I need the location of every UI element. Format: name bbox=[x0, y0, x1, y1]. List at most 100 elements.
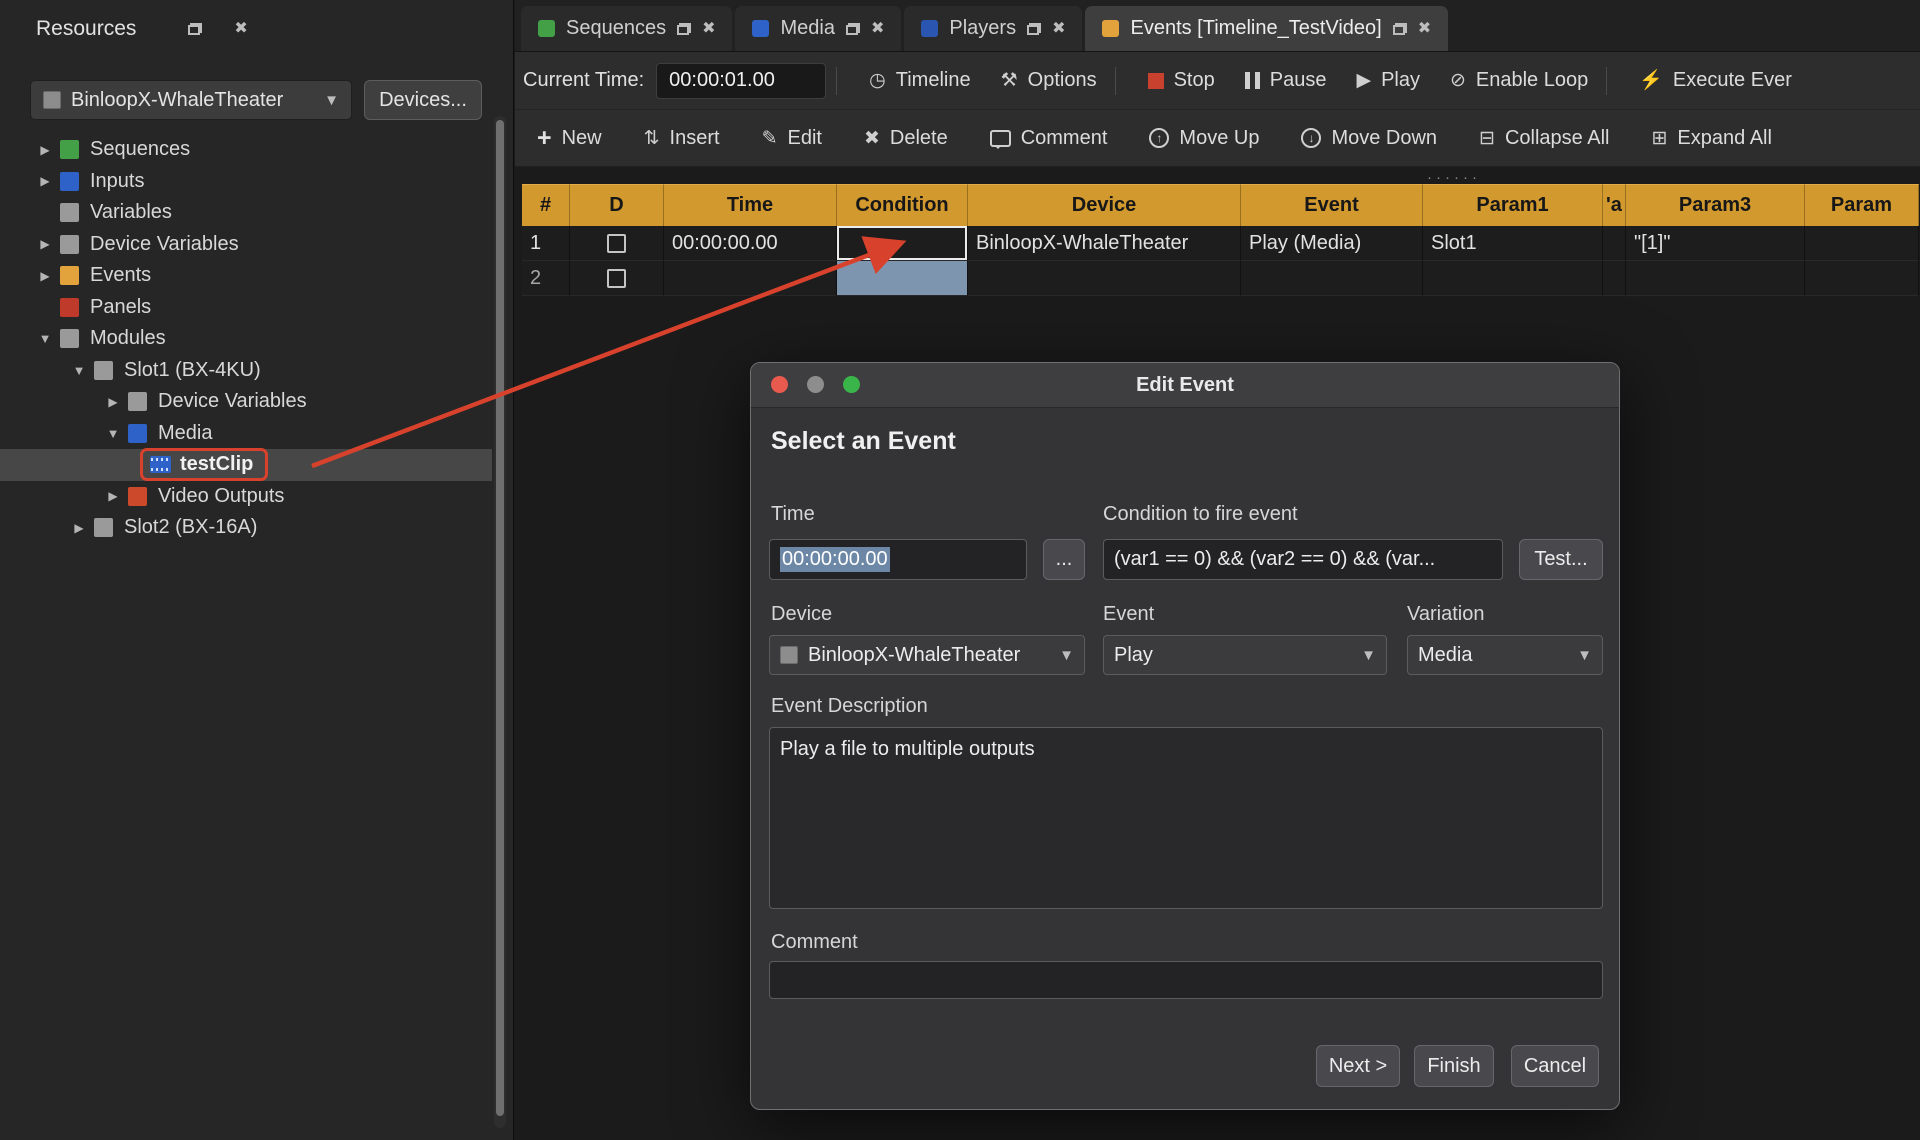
play-button[interactable]: ▶ Play bbox=[1348, 63, 1428, 98]
tree-item-panels[interactable]: Panels bbox=[0, 292, 492, 324]
test-condition-button[interactable]: Test... bbox=[1519, 539, 1603, 580]
comment-button[interactable]: Comment bbox=[982, 121, 1116, 156]
delete-button[interactable]: ✖ Delete bbox=[856, 121, 956, 156]
comment-input[interactable] bbox=[769, 961, 1603, 999]
annotation-red-box: testClip bbox=[140, 448, 268, 481]
close-tab-icon[interactable]: ✖ bbox=[702, 21, 715, 37]
tree-scrollbar-thumb[interactable] bbox=[496, 120, 504, 1116]
close-tab-icon[interactable]: ✖ bbox=[871, 21, 884, 37]
move-up-button[interactable]: ↑ Move Up bbox=[1141, 121, 1267, 156]
devices-button[interactable]: Devices... bbox=[364, 80, 482, 120]
event-description-label: Event Description bbox=[771, 695, 928, 718]
float-tab-icon[interactable] bbox=[1027, 23, 1041, 35]
float-panel-icon[interactable] bbox=[188, 23, 202, 35]
variation-label: Variation bbox=[1407, 603, 1484, 626]
table-row[interactable]: 2 bbox=[522, 261, 1919, 296]
tree-item-label: Sequences bbox=[90, 138, 190, 161]
tree-item-video-outputs[interactable]: ▶ Video Outputs bbox=[0, 481, 492, 513]
expand-arrow-icon[interactable]: ▶ bbox=[98, 489, 128, 503]
expand-arrow-icon[interactable]: ▶ bbox=[64, 521, 94, 535]
stop-button[interactable]: Stop bbox=[1140, 63, 1223, 98]
expand-arrow-icon[interactable]: ▶ bbox=[30, 269, 60, 283]
float-tab-icon[interactable] bbox=[1393, 23, 1407, 35]
tab-events-timeline[interactable]: Events [Timeline_TestVideo] ✖ bbox=[1085, 6, 1448, 51]
close-tab-icon[interactable]: ✖ bbox=[1418, 21, 1431, 37]
cell-condition-selected[interactable] bbox=[837, 226, 968, 261]
finish-button[interactable]: Finish bbox=[1414, 1045, 1494, 1087]
float-tab-icon[interactable] bbox=[677, 23, 691, 35]
tree-item-media[interactable]: ▼ Media bbox=[0, 418, 492, 450]
collapse-arrow-icon[interactable]: ▼ bbox=[30, 331, 60, 346]
condition-input[interactable]: (var1 == 0) && (var2 == 0) && (var... bbox=[1103, 539, 1503, 580]
collapse-all-button[interactable]: ⊟ Collapse All bbox=[1471, 121, 1617, 156]
column-header-param1[interactable]: Param1 bbox=[1423, 184, 1603, 226]
pause-button[interactable]: Pause bbox=[1237, 63, 1335, 98]
tree-item-slot1[interactable]: ▼ Slot1 (BX-4KU) bbox=[0, 355, 492, 387]
checkbox[interactable] bbox=[607, 269, 626, 288]
toolbar-separator bbox=[1606, 67, 1607, 95]
tree-item-events[interactable]: ▶ Events bbox=[0, 260, 492, 292]
variation-dropdown[interactable]: Media ▼ bbox=[1407, 635, 1603, 675]
tree-item-modules[interactable]: ▼ Modules bbox=[0, 323, 492, 355]
column-header-event[interactable]: Event bbox=[1241, 184, 1423, 226]
tree-item-device-variables[interactable]: ▶ Device Variables bbox=[0, 229, 492, 261]
column-header-param3[interactable]: Param3 bbox=[1626, 184, 1805, 226]
event-dropdown[interactable]: Play ▼ bbox=[1103, 635, 1387, 675]
current-time-field[interactable]: 00:00:01.00 bbox=[656, 63, 826, 99]
collapse-arrow-icon[interactable]: ▼ bbox=[98, 426, 128, 441]
window-zoom-traffic-icon[interactable] bbox=[843, 376, 860, 393]
column-header-d[interactable]: D bbox=[570, 184, 664, 226]
cell-param1 bbox=[1423, 261, 1603, 296]
column-header-device[interactable]: Device bbox=[968, 184, 1241, 226]
column-header-num[interactable]: # bbox=[522, 184, 570, 226]
float-tab-icon[interactable] bbox=[846, 23, 860, 35]
tree-scrollbar[interactable] bbox=[494, 116, 506, 1128]
cancel-button[interactable]: Cancel bbox=[1511, 1045, 1599, 1087]
device-variables-folder-icon bbox=[128, 392, 147, 411]
column-header-condition[interactable]: Condition bbox=[837, 184, 968, 226]
tab-sequences[interactable]: Sequences ✖ bbox=[521, 6, 732, 51]
edit-button[interactable]: ✎ Edit bbox=[754, 121, 830, 156]
close-panel-icon[interactable]: ✖ bbox=[234, 21, 247, 37]
expand-arrow-icon[interactable]: ▶ bbox=[30, 174, 60, 188]
window-minimize-traffic-icon[interactable] bbox=[807, 376, 824, 393]
time-input[interactable]: 00:00:00.00 bbox=[769, 539, 1027, 580]
expand-arrow-icon[interactable]: ▶ bbox=[30, 143, 60, 157]
expand-all-button[interactable]: ⊞ Expand All bbox=[1643, 121, 1779, 156]
tree-item-sequences[interactable]: ▶ Sequences bbox=[0, 134, 492, 166]
comment-label: Comment bbox=[771, 931, 858, 954]
tree-item-slot2[interactable]: ▶ Slot2 (BX-16A) bbox=[0, 512, 492, 544]
collapse-arrow-icon[interactable]: ▼ bbox=[64, 363, 94, 378]
next-button[interactable]: Next > bbox=[1316, 1045, 1400, 1087]
column-header-param2[interactable]: 'a bbox=[1603, 184, 1626, 226]
device-selector-dropdown[interactable]: BinloopX-WhaleTheater ▼ bbox=[30, 80, 352, 120]
tab-media[interactable]: Media ✖ bbox=[735, 6, 901, 51]
device-dropdown[interactable]: BinloopX-WhaleTheater ▼ bbox=[769, 635, 1085, 675]
tree-item-testclip[interactable]: testClip bbox=[0, 449, 492, 481]
execute-every-button[interactable]: ⚡ Execute Ever bbox=[1631, 63, 1800, 98]
tree-item-inputs[interactable]: ▶ Inputs bbox=[0, 166, 492, 198]
new-button[interactable]: + New bbox=[529, 120, 610, 157]
move-down-button[interactable]: ↓ Move Down bbox=[1293, 121, 1445, 156]
table-row[interactable]: 1 00:00:00.00 BinloopX-WhaleTheater Play… bbox=[522, 226, 1919, 261]
expand-arrow-icon[interactable]: ▶ bbox=[98, 395, 128, 409]
timeline-button[interactable]: ◷ Timeline bbox=[861, 63, 978, 98]
tree-item-slot1-device-variables[interactable]: ▶ Device Variables bbox=[0, 386, 492, 418]
enable-loop-button[interactable]: ⊘ Enable Loop bbox=[1442, 63, 1596, 98]
close-tab-icon[interactable]: ✖ bbox=[1052, 21, 1065, 37]
column-header-time[interactable]: Time bbox=[664, 184, 837, 226]
tree-item-variables[interactable]: Variables bbox=[0, 197, 492, 229]
checkbox[interactable] bbox=[607, 234, 626, 253]
insert-button[interactable]: ⇅ Insert bbox=[636, 121, 728, 156]
toolbar-separator bbox=[1115, 67, 1116, 95]
browse-time-button[interactable]: ... bbox=[1043, 539, 1085, 580]
tab-players[interactable]: Players ✖ bbox=[904, 6, 1082, 51]
device-selector-value: BinloopX-WhaleTheater bbox=[71, 89, 283, 112]
window-close-traffic-icon[interactable] bbox=[771, 376, 788, 393]
expand-arrow-icon[interactable]: ▶ bbox=[30, 237, 60, 251]
cell-condition-highlighted[interactable] bbox=[837, 261, 968, 296]
dialog-titlebar[interactable]: Edit Event bbox=[751, 363, 1619, 408]
tree-item-label: Inputs bbox=[90, 170, 144, 193]
options-button[interactable]: ⚒ Options bbox=[993, 63, 1105, 98]
column-header-param4[interactable]: Param bbox=[1805, 184, 1919, 226]
